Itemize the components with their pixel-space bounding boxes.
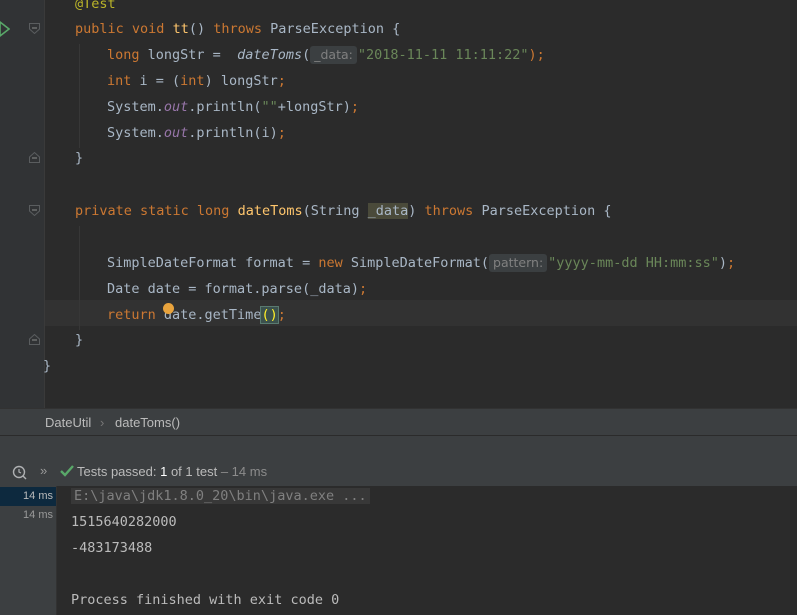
keyword: public	[75, 21, 124, 37]
editor-gutter[interactable]	[0, 0, 44, 408]
static-field: out	[163, 99, 189, 115]
code-text: }	[75, 332, 84, 348]
tool-window-header	[0, 435, 797, 459]
code-text: SimpleDateFormat format =	[107, 255, 319, 271]
code-line: System.out.println(""+longStr);	[107, 94, 359, 120]
keyword: throws	[213, 21, 263, 37]
test-status: Tests passed: 1 of 1 test – 14 ms	[77, 464, 267, 479]
fold-end-icon[interactable]	[29, 334, 40, 345]
code-line: }	[75, 327, 83, 353]
code-text: SimpleDateFormat(	[342, 255, 490, 271]
static-field: out	[163, 125, 189, 141]
console-output: 1515640282000	[71, 514, 177, 530]
keyword: return	[107, 307, 156, 323]
console-command-text[interactable]: E:\java\jdk1.8.0_20\bin\java.exe ...	[71, 488, 370, 504]
indent-guide	[79, 44, 80, 148]
code-text: .println(i)	[188, 125, 278, 141]
code-text: .println(	[188, 99, 262, 115]
code-line: System.out.println(i);	[107, 120, 286, 146]
console-command: E:\java\jdk1.8.0_20\bin\java.exe ...	[71, 486, 370, 506]
fold-end-icon[interactable]	[29, 152, 40, 163]
run-status-bar: » Tests passed: 1 of 1 test – 14 ms	[0, 458, 797, 487]
code-text: )	[408, 203, 425, 219]
breadcrumb-method[interactable]: dateToms()	[115, 415, 180, 430]
code-text: }	[75, 150, 84, 166]
breadcrumb-separator: ›	[100, 415, 105, 430]
status-text: of 1 test	[167, 464, 218, 479]
code-editor[interactable]: @Test public void tt() throws ParseExcep…	[0, 0, 797, 408]
expand-chevron-icon[interactable]: »	[40, 463, 47, 478]
code-line: Date date = format.parse(_data);	[107, 276, 367, 302]
code-text: +longStr)	[277, 99, 351, 115]
test-tree-row[interactable]: 14 ms	[0, 506, 56, 525]
keyword: int	[180, 73, 205, 89]
method-call: dateToms	[237, 47, 303, 63]
run-test-icon[interactable]	[0, 19, 11, 43]
parameter-hint: pattern:	[489, 254, 548, 272]
code-line: private static long dateToms(String _dat…	[75, 198, 612, 224]
test-tree-row[interactable]: 14 ms	[0, 487, 56, 506]
code-text: ParseException {	[270, 21, 401, 37]
code-text: ()	[188, 21, 206, 37]
code-text: System.	[107, 99, 164, 115]
code-line: public void tt() throws ParseException {	[75, 16, 400, 42]
code-line: long longStr = dateToms(_data: "2018-11-1…	[107, 42, 545, 68]
code-text: System.	[107, 125, 164, 141]
console-panel: 14 ms 14 ms E:\java\jdk1.8.0_20\bin\java…	[0, 486, 797, 615]
code-line: }	[75, 145, 83, 171]
indent-guide	[79, 226, 80, 330]
semicolon: ;	[277, 125, 286, 141]
test-tree: 14 ms 14 ms	[0, 486, 57, 615]
method-name: tt	[172, 21, 189, 37]
check-icon	[60, 465, 74, 480]
keyword: new	[318, 255, 343, 271]
matched-parens: ()	[260, 306, 279, 324]
code-text: )	[718, 255, 727, 271]
history-icon[interactable]	[12, 464, 28, 483]
keyword: void	[131, 21, 165, 37]
keyword: throws	[424, 203, 474, 219]
code-text: (String	[302, 203, 368, 219]
fold-marker-icon[interactable]	[29, 23, 40, 34]
code-line: }	[43, 353, 51, 379]
code-text: longStr =	[139, 47, 229, 63]
semicolon: ;	[358, 281, 368, 297]
code-line: SimpleDateFormat format = new SimpleDate…	[107, 250, 735, 276]
semicolon: ;	[350, 99, 360, 115]
duration: – 14 ms	[217, 464, 268, 479]
code-text: i = (	[131, 73, 181, 89]
code-line: int i = (int) longStr;	[107, 68, 286, 94]
code-text: ParseException {	[473, 203, 612, 219]
semicolon: ;	[277, 307, 286, 323]
status-text: Tests passed:	[77, 464, 161, 479]
semicolon: ;	[727, 255, 736, 271]
semicolon: ;	[277, 73, 286, 89]
keyword: int	[107, 73, 132, 89]
code-text: ) longStr	[204, 73, 278, 89]
string-literal: ""	[261, 99, 278, 115]
annotation: @Test	[75, 0, 116, 12]
breadcrumb: DateUtil › dateToms()	[0, 408, 797, 436]
parameter-name: _data	[367, 203, 409, 219]
method-name: dateToms	[237, 203, 303, 219]
gutter-divider	[44, 0, 45, 408]
string-literal: "yyyy-mm-dd HH:mm:ss"	[548, 255, 719, 271]
keyword: long	[107, 47, 140, 63]
code-line: @Test	[75, 0, 116, 17]
console-output: Process finished with exit code 0	[71, 592, 340, 608]
intention-bulb-icon[interactable]	[163, 303, 174, 314]
code-text: }	[43, 358, 52, 374]
parameter-hint: _data:	[310, 46, 357, 64]
code-text: );	[528, 47, 545, 63]
string-literal: "2018-11-11 11:11:22"	[357, 47, 529, 63]
code-line: return date.getTime();	[107, 302, 286, 328]
code-text: (	[302, 47, 311, 63]
console-output: -483173488	[71, 540, 153, 556]
fold-marker-icon[interactable]	[29, 205, 40, 216]
breadcrumb-class[interactable]: DateUtil	[45, 415, 91, 430]
keyword: private static long	[75, 203, 230, 219]
code-text: Date date = format.parse(_data)	[107, 281, 359, 297]
